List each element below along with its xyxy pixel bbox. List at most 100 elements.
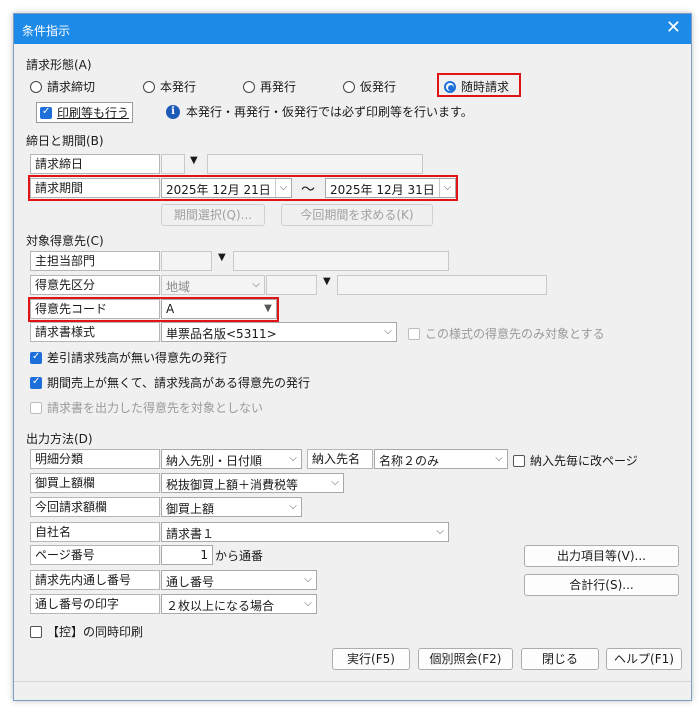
radio-label: 随時請求 [461,80,510,94]
serial-value: 通し番号 [166,575,215,589]
period-tilde: 〜 [301,182,315,198]
chevron-down-icon[interactable]: ⌵ [300,595,316,613]
delivery-page-break-checkbox[interactable]: 納入先毎に改ページ [513,452,638,469]
checkbox-label: 差引請求残高が無い得意先の発行 [47,351,228,365]
title-bar: 条件指示 ✕ [14,14,691,44]
date-to-value: 2025年 12月 31日 [330,183,435,197]
billing-type-heading: 請求形態(A) [26,58,92,72]
closing-day-input[interactable] [161,154,185,174]
radio-circle [30,80,42,93]
condition-dialog: 条件指示 ✕ 請求形態(A) 請求締切 本発行 再発行 仮発行 随時請求 印刷等… [13,13,692,701]
chevron-down-icon[interactable]: ⌵ [275,179,291,197]
class-label: 得意先区分 [30,275,160,295]
chevron-down-icon[interactable]: ⌵ [300,571,316,589]
info-message: i 本発行・再発行・仮発行では必ず印刷等を行います。 [166,103,473,120]
dept-input[interactable] [161,251,212,271]
no-sales-checkbox[interactable]: 期間売上が無くて、請求残高がある得意先の発行 [30,374,310,391]
print-too-checkbox[interactable]: 印刷等も行う [36,102,134,123]
zero-balance-checkbox[interactable]: 差引請求残高が無い得意先の発行 [30,349,227,366]
dropdown-arrow-icon[interactable]: ▼ [260,300,276,318]
current-select[interactable]: 御買上額 ⌵ [161,497,302,517]
company-value: 請求書１ [166,527,215,541]
checkbox-label: 印刷等も行う [57,106,130,120]
checkbox-box [30,625,42,638]
info-text: 本発行・再発行・仮発行では必ず印刷等を行います。 [186,105,473,119]
radio-label: 本発行 [160,80,197,94]
date-to-field[interactable]: 2025年 12月 31日 ⌵ [325,178,456,198]
customer-code-input[interactable]: A ▼ [161,299,277,319]
delivery-select[interactable]: 名称２のみ ⌵ [374,449,508,469]
current-label: 今回請求額欄 [30,497,160,517]
close-icon[interactable]: ✕ [666,18,681,38]
checkbox-box [408,327,420,340]
checkbox-label: 納入先毎に改ページ [530,454,638,468]
copy-print-checkbox[interactable]: 【控】の同時印刷 [30,623,143,640]
dropdown-arrow-icon[interactable]: ▼ [218,252,226,263]
company-label: 自社名 [30,522,160,542]
radio-reissue[interactable]: 再発行 [243,78,296,95]
chevron-down-icon[interactable]: ⌵ [285,450,301,468]
radio-billing-close[interactable]: 請求締切 [30,78,95,95]
format-label: 請求書様式 [30,322,160,342]
checkbox-label: 請求書を出力した得意先を対象としない [47,401,264,415]
chevron-down-icon[interactable]: ⌵ [491,450,507,468]
dept-label: 主担当部門 [30,251,160,271]
page-label: ページ番号 [30,545,160,565]
detail-value: 納入先別・日付順 [166,454,263,468]
code-value: A [166,302,175,316]
radio-label: 再発行 [260,80,297,94]
checkbox-box [30,376,42,389]
close-button[interactable]: 閉じる [521,648,599,670]
radio-main-issue[interactable]: 本発行 [143,78,196,95]
individual-inquiry-button[interactable]: 個別照会(F2) [418,648,513,670]
checkbox-box [30,401,42,414]
format-select[interactable]: 単票品名版<5311> ⌵ [161,322,397,342]
customers-heading: 対象得意先(C) [26,234,104,248]
output-items-button[interactable]: 出力項目等(V)... [524,545,679,567]
purchase-select[interactable]: 税抜御買上額＋消費税等 ⌵ [161,473,344,493]
execute-button[interactable]: 実行(F5) [332,648,410,670]
checkbox-label: 【控】の同時印刷 [47,625,144,639]
serial-select[interactable]: 通し番号 ⌵ [161,570,317,590]
radio-ad-hoc-billing[interactable]: 随時請求 [444,78,509,95]
delivery-label: 納入先名 [307,449,373,469]
dept-name [233,251,449,271]
period-select-button[interactable]: 期間選択(Q)... [161,204,265,226]
chevron-down-icon[interactable]: ⌵ [432,523,448,541]
chevron-down-icon[interactable]: ⌵ [380,323,396,341]
chevron-down-icon[interactable]: ⌵ [285,498,301,516]
serial-print-select[interactable]: ２枚以上になる場合 ⌵ [161,594,317,614]
chevron-down-icon[interactable]: ⌵ [327,474,343,492]
page-number-input[interactable]: 1 [161,545,213,565]
help-button[interactable]: ヘルプ(F1) [606,648,682,670]
company-select[interactable]: 請求書１ ⌵ [161,522,449,542]
radio-circle [143,80,155,93]
current-value: 御買上額 [166,502,215,516]
serial-label: 請求先内通し番号 [30,570,160,590]
date-from-value: 2025年 12月 21日 [166,183,271,197]
detail-label: 明細分類 [30,449,160,469]
date-from-field[interactable]: 2025年 12月 21日 ⌵ [161,178,292,198]
dropdown-arrow-icon[interactable]: ▼ [190,155,198,166]
period-label: 請求期間 [30,178,160,198]
chevron-down-icon[interactable]: ⌵ [439,179,455,197]
class-code-input[interactable] [266,275,317,295]
checkbox-label: この様式の得意先のみ対象とする [425,327,605,341]
radio-label: 請求締切 [47,80,96,94]
code-label: 得意先コード [30,299,160,319]
radio-provisional[interactable]: 仮発行 [343,78,396,95]
dropdown-arrow-icon[interactable]: ▼ [323,276,331,287]
format-only-checkbox[interactable]: この様式の得意先のみ対象とする [408,325,605,342]
checkbox-box [40,106,52,119]
exclude-output-checkbox[interactable]: 請求書を出力した得意先を対象としない [30,399,263,416]
info-icon: i [166,104,180,119]
class-name [337,275,547,295]
radio-circle [243,80,255,93]
class-select[interactable]: 地域 ⌵ [161,275,265,295]
serial-print-label: 通し番号の印字 [30,594,160,614]
chevron-down-icon[interactable]: ⌵ [248,276,264,294]
detail-select[interactable]: 納入先別・日付順 ⌵ [161,449,302,469]
purchase-value: 税抜御買上額＋消費税等 [166,478,299,492]
total-line-button[interactable]: 合計行(S)... [524,574,679,596]
calc-period-button[interactable]: 今回期間を求める(K) [281,204,433,226]
